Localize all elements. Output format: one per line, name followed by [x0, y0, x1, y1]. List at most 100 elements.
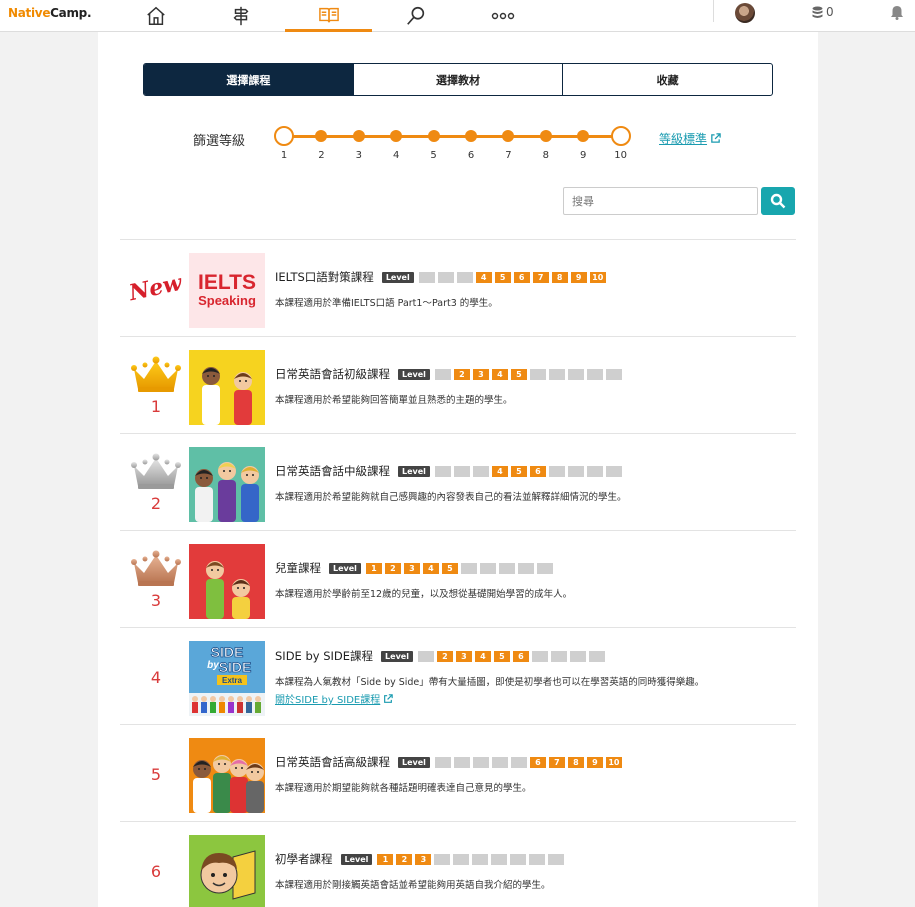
slider-step-dot[interactable]: [352, 130, 365, 142]
level-cell: 1: [377, 853, 394, 865]
silver-crown-icon: [131, 453, 181, 489]
level-badge: Level: [340, 853, 373, 865]
level-cell: [472, 853, 489, 865]
level-cell: [510, 756, 527, 768]
course-title[interactable]: IELTS口語對策課程: [275, 269, 374, 285]
slider-step-dot[interactable]: [390, 130, 403, 142]
course-description: 本課程為人氣教材「Side by Side」帶有大量插圖，即使是初學者也可以在學…: [275, 677, 705, 688]
rank-number: 6: [150, 861, 162, 881]
signpost-nav[interactable]: [225, 0, 257, 32]
tab-select-course[interactable]: 選擇課程: [144, 64, 354, 95]
slider-track: [284, 135, 621, 138]
level-cell: 1: [365, 562, 382, 574]
level-cell: [453, 756, 470, 768]
course-description: 本課程適用於剛接觸英語會話並希望能夠用英語自我介紹的學生。: [275, 880, 551, 891]
level-cell: 3: [403, 562, 420, 574]
slider-step-dot[interactable]: [315, 130, 328, 142]
home-nav[interactable]: [140, 0, 172, 32]
search-input[interactable]: [563, 187, 758, 215]
level-cell: [586, 465, 603, 477]
course-rank: New: [127, 252, 184, 324]
course-title[interactable]: 日常英語會話中級課程: [275, 463, 390, 479]
course-title[interactable]: 日常英語會話高級課程: [275, 754, 390, 770]
level-cell: [605, 368, 622, 380]
course-title-row: 日常英語會話中級課程 Level 4 5 6: [275, 463, 622, 479]
more-dots-icon: [491, 12, 515, 20]
nativecamp-logo[interactable]: NativeCamp.: [8, 6, 92, 20]
course-thumbnail[interactable]: SIDE by SIDE Extra: [189, 641, 265, 716]
more-nav[interactable]: [487, 0, 519, 32]
level-cell: [472, 756, 489, 768]
slider-step-dot[interactable]: [539, 130, 552, 142]
search-button[interactable]: [761, 187, 795, 215]
level-standard-link[interactable]: 等級標準: [659, 130, 721, 147]
level-cell: 6: [512, 650, 529, 662]
course-title-row: 日常英語會話高級課程 Level 6 7 8 9 10: [275, 754, 622, 770]
level-cell: [479, 562, 496, 574]
tab-select-material[interactable]: 選擇教材: [354, 64, 564, 95]
course-title-row: 日常英語會話初級課程 Level 2 3 4 5: [275, 366, 622, 382]
level-cell: [417, 650, 434, 662]
course-thumbnail[interactable]: [189, 738, 265, 813]
slider-step-dot[interactable]: [465, 130, 477, 142]
course-thumbnail[interactable]: IELTS Speaking: [189, 253, 265, 328]
svg-text:by: by: [207, 660, 219, 671]
svg-text:SIDE: SIDE: [211, 644, 244, 660]
course-item[interactable]: 6 初學者課程 Level 1 2 3 本課程適用於剛接觸英語會話並希望能夠用英語自我…: [120, 821, 796, 907]
slider-max-handle[interactable]: [610, 126, 631, 146]
tab-favorites[interactable]: 收藏: [563, 64, 772, 95]
course-item[interactable]: 1 日常英語會話初級課程 Level 2 3 4 5 本課程適用於希望能夠回答簡單並且熟…: [120, 336, 796, 433]
rank-number: 5: [150, 764, 162, 784]
level-cell: 4: [474, 650, 491, 662]
course-title[interactable]: 初學者課程: [275, 851, 333, 867]
coin-count: 0: [826, 5, 834, 19]
course-item[interactable]: 5 日常英語會話高級課程 Level 6 7 8 9 10 本課程適用於期望能夠…: [120, 724, 796, 821]
level-badge: Level: [381, 271, 414, 283]
level-badge: Level: [398, 756, 430, 768]
search-icon: [407, 6, 425, 25]
coin-balance[interactable]: 0: [812, 5, 834, 19]
user-avatar[interactable]: [735, 3, 755, 23]
course-thumbnail[interactable]: [189, 835, 265, 907]
level-cell: [434, 465, 451, 477]
course-item[interactable]: 2 日常英語會話中級課程 Level 4 5 6 本課程適用於希望能夠就自己感興趣的內…: [120, 433, 796, 530]
textbook-nav[interactable]: [285, 0, 372, 32]
course-title[interactable]: 兒童課程: [275, 560, 321, 576]
main-panel: 選擇課程 選擇教材 收藏 篩選等級 12345678910 等級標準 New I…: [98, 32, 818, 907]
level-cell: 5: [510, 465, 527, 477]
signpost-icon: [233, 6, 249, 26]
level-cell: 8: [551, 271, 568, 283]
slider-step-dot[interactable]: [427, 130, 440, 142]
slider-min-handle[interactable]: [274, 126, 294, 146]
course-rank: 4: [128, 640, 184, 712]
course-title[interactable]: 日常英語會話初級課程: [275, 366, 390, 382]
course-item[interactable]: 4 SIDE by SIDE Extra SIDE by SIDE課程 Leve…: [120, 627, 796, 724]
rank-number: 2: [150, 493, 162, 513]
slider-tick-label: 7: [505, 150, 512, 161]
level-cell: [491, 853, 508, 865]
slider-tick-label: 9: [580, 150, 587, 161]
level-cell: [569, 650, 586, 662]
side-by-side-info-link[interactable]: 關於SIDE by SIDE課程: [275, 691, 394, 706]
level-range-slider[interactable]: 1 2 3 4 5 6 7 8 9 10: [274, 126, 634, 166]
course-thumbnail[interactable]: [189, 447, 265, 522]
level-badge: Level: [398, 368, 430, 380]
course-title[interactable]: SIDE by SIDE課程: [275, 648, 373, 664]
course-item[interactable]: New IELTS Speaking IELTS口語對策課程 Level 4 5 6 7…: [120, 239, 796, 336]
level-cell: 5: [441, 562, 458, 574]
search-icon: [770, 193, 786, 209]
course-item[interactable]: 3 兒童課程 Level 1 2 3 4 5 本課程適用於學齡前至12歲的兒童，以及想從基…: [120, 530, 796, 627]
course-levels: Level 4 5 6 7 8 9 10: [381, 271, 606, 283]
rank-number: 4: [150, 667, 162, 687]
slider-tick-label: 3: [355, 150, 362, 161]
slider-step-dot[interactable]: [502, 130, 515, 142]
level-cell: 2: [396, 853, 413, 865]
slider-step-dot[interactable]: [577, 130, 590, 142]
bronze-crown-icon: [131, 550, 181, 586]
course-thumbnail[interactable]: [189, 350, 265, 425]
slider-tick-label: 8: [542, 150, 549, 161]
course-thumbnail[interactable]: [189, 544, 265, 619]
search-nav[interactable]: [400, 0, 432, 32]
notifications[interactable]: [890, 5, 904, 24]
level-badge: Level: [398, 465, 430, 477]
